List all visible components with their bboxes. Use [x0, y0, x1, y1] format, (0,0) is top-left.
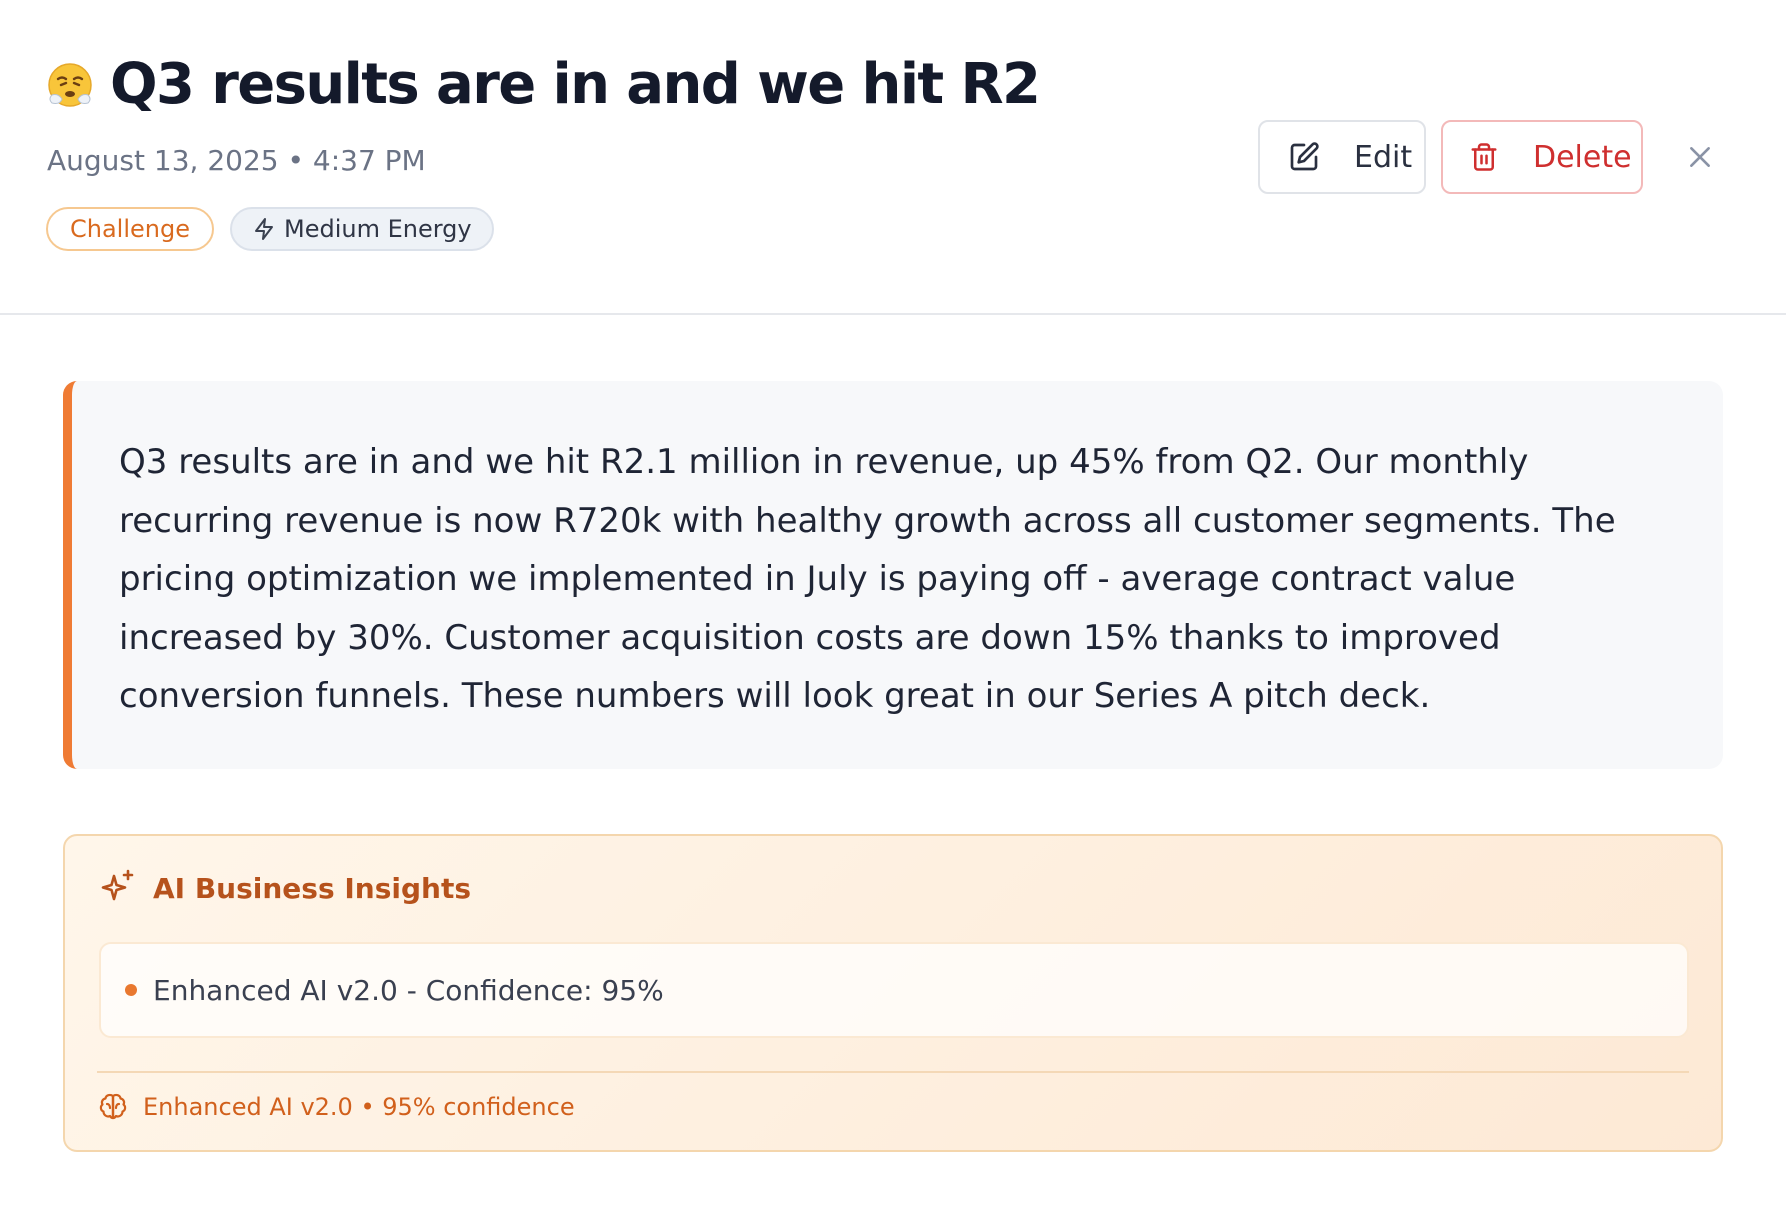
brain-icon	[99, 1093, 127, 1120]
page-title: Q3 results are in and we hit R2	[110, 52, 1041, 117]
delete-button[interactable]: Delete	[1441, 120, 1643, 194]
entry-header: Q3 results are in and we hit R2 August 1…	[0, 0, 1786, 315]
ai-insights-panel: AI Business Insights Enhanced AI v2.0 - …	[63, 834, 1723, 1152]
category-tag: Challenge	[46, 207, 214, 251]
insight-item-text: Enhanced AI v2.0 - Confidence: 95%	[153, 973, 664, 1007]
bullet-dot-icon	[125, 984, 137, 996]
entry-actions: Edit Delete	[0, 120, 1786, 194]
title-row: Q3 results are in and we hit R2	[46, 52, 1041, 117]
sparkles-icon	[101, 869, 134, 901]
steam-face-emoji-icon	[48, 62, 92, 107]
close-button[interactable]	[1680, 137, 1720, 177]
delete-button-label: Delete	[1533, 139, 1632, 175]
divider	[97, 1071, 1689, 1073]
ai-insights-footer: Enhanced AI v2.0 • 95% confidence	[97, 1091, 575, 1123]
entry-body-text: Q3 results are in and we hit R2.1 millio…	[119, 442, 1616, 716]
energy-tag: Medium Energy	[230, 207, 494, 251]
edit-icon	[1290, 142, 1319, 171]
tag-list: Challenge Medium Energy	[46, 207, 494, 251]
edit-button[interactable]: Edit	[1258, 120, 1426, 194]
edit-button-label: Edit	[1354, 139, 1413, 175]
ai-insights-footer-text: Enhanced AI v2.0 • 95% confidence	[143, 1093, 575, 1121]
ai-insights-header: AI Business Insights	[97, 868, 471, 908]
close-icon	[1690, 147, 1710, 167]
energy-tag-label: Medium Energy	[284, 215, 472, 243]
lightning-icon	[255, 218, 273, 240]
ai-insights-title: AI Business Insights	[153, 871, 472, 905]
entry-body-card: Q3 results are in and we hit R2.1 millio…	[63, 381, 1723, 769]
trash-icon	[1471, 143, 1497, 171]
insight-item: Enhanced AI v2.0 - Confidence: 95%	[99, 942, 1689, 1038]
